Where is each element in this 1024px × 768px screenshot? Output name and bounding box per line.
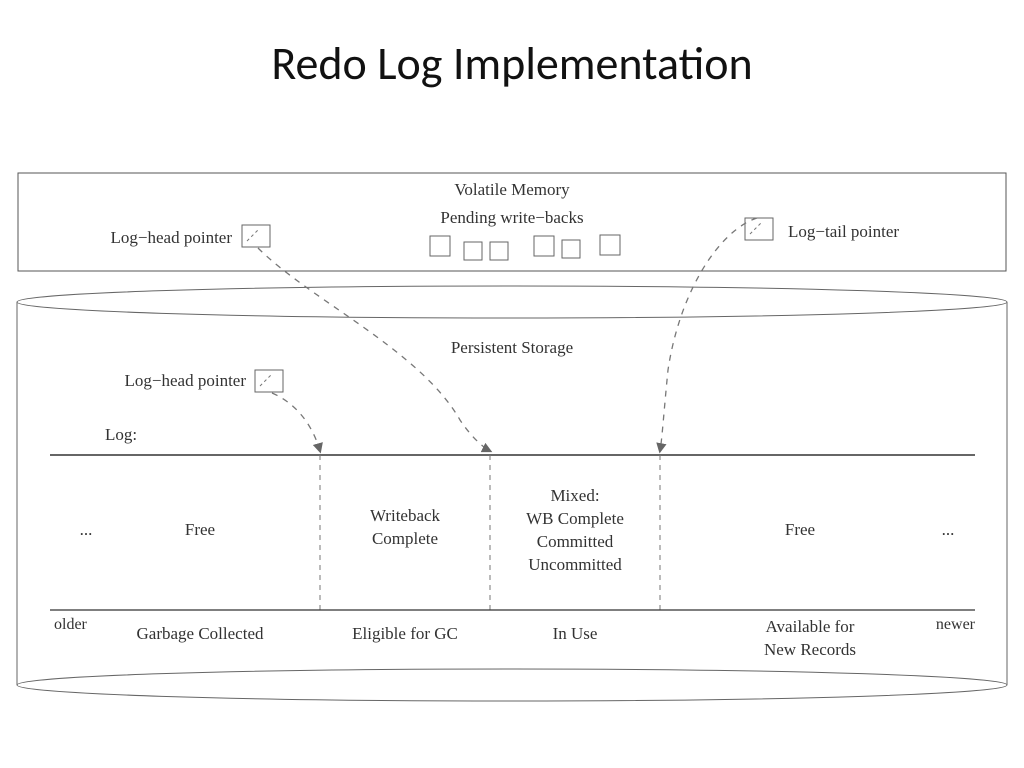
ellipsis-right: ... — [942, 520, 955, 540]
volatile-heading: Volatile Memory — [454, 180, 569, 200]
ellipsis-left: ... — [80, 520, 93, 540]
state-garbage: Garbage Collected — [137, 624, 264, 644]
persistent-heading: Persistent Storage — [451, 338, 573, 358]
state-eligible: Eligible for GC — [352, 624, 458, 644]
region-writeback: Writeback Complete — [370, 505, 440, 551]
region-mixed: Mixed: WB Complete Committed Uncommitted — [526, 485, 624, 577]
persistent-log-head-label: Log−head pointer — [125, 371, 246, 391]
pending-writebacks-label: Pending write−backs — [440, 208, 583, 228]
volatile-log-head-label: Log−head pointer — [111, 228, 232, 248]
newer-label: newer — [936, 616, 975, 634]
state-inuse: In Use — [553, 624, 598, 644]
log-label: Log: — [105, 425, 137, 445]
older-label: older — [54, 616, 87, 634]
region-free-right: Free — [785, 520, 815, 540]
state-available: Available for New Records — [764, 616, 856, 662]
volatile-log-tail-label: Log−tail pointer — [788, 222, 899, 242]
region-free-left: Free — [185, 520, 215, 540]
